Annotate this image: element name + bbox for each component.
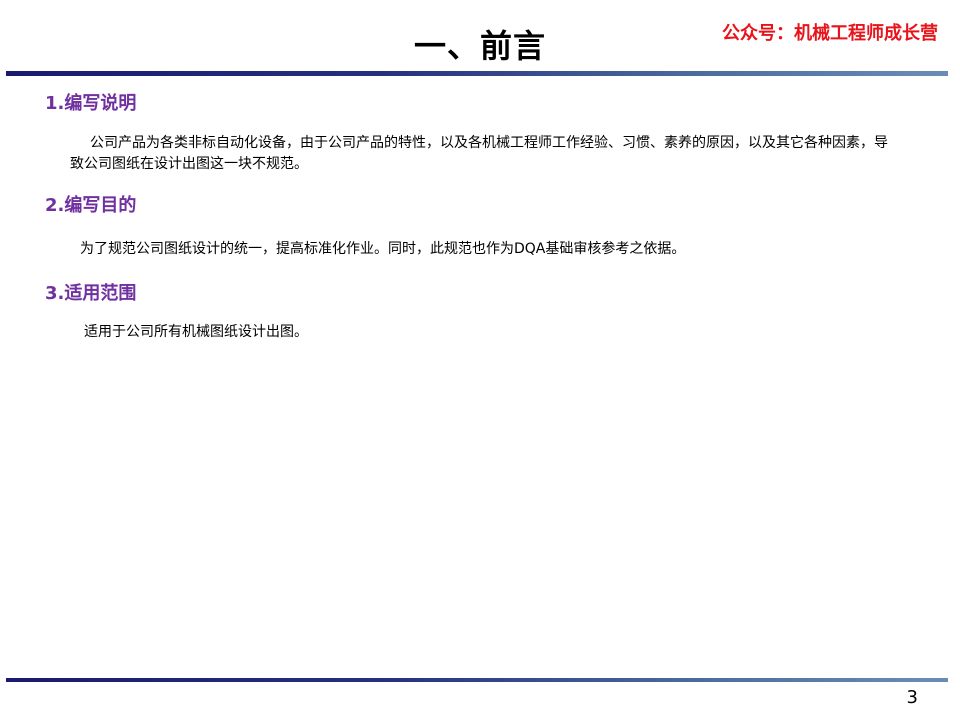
section-paragraph-objective: 为了规范公司图纸设计的统一，提高标准化作业。同时，此规范也作为DQA基础审核参考… [80,241,686,257]
header-divider [6,71,948,76]
page-number: 3 [906,687,918,708]
section-paragraph-scope: 适用于公司所有机械图纸设计出图。 [84,324,308,340]
footer-divider [6,678,948,682]
section-heading-scope: 3.适用范围 [45,283,137,304]
section-heading-objective: 2.编写目的 [45,195,137,216]
section-paragraph-description: 公司产品为各类非标自动化设备，由于公司产品的特性，以及各机械工程师工作经验、习惯… [70,135,888,172]
section-heading-purpose-description: 1.编写说明 [45,93,137,114]
watermark-text: 公众号：机械工程师成长营 [722,23,938,44]
